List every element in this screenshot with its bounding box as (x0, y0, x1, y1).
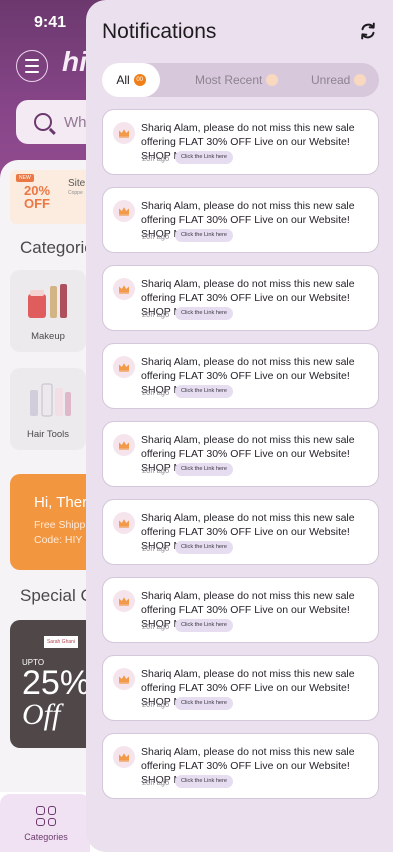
notification-link[interactable]: Click the Link here (175, 463, 234, 476)
notification-time: 20h ago (142, 310, 170, 319)
tab-all[interactable]: All 00 (102, 63, 160, 97)
notification-link[interactable]: Click the Link here (175, 385, 234, 398)
notifications-panel: Notifications All 00 Most Recent 00 Unre… (86, 0, 393, 852)
notification-time: 20h ago (142, 466, 170, 475)
notification-link[interactable]: Click the Link here (175, 619, 234, 632)
notification-card[interactable]: Shariq Alam, please do not miss this new… (102, 655, 379, 721)
notification-link[interactable]: Click the Link here (175, 229, 234, 242)
panel-title: Notifications (102, 20, 217, 43)
notification-card[interactable]: Shariq Alam, please do not miss this new… (102, 343, 379, 409)
notification-card[interactable]: Shariq Alam, please do not miss this new… (102, 109, 379, 175)
tab-all-badge: 00 (133, 74, 146, 86)
notification-time: 20h ago (142, 388, 170, 397)
crown-icon (113, 356, 135, 378)
crown-icon (113, 512, 135, 534)
notification-time: 20h ago (142, 544, 170, 553)
notification-tabs: All 00 Most Recent 00 Unread 00 (102, 63, 379, 97)
crown-icon (113, 590, 135, 612)
notification-link[interactable]: Click the Link here (175, 775, 234, 788)
crown-icon (113, 434, 135, 456)
notification-link[interactable]: Click the Link here (175, 541, 234, 554)
crown-icon (113, 122, 135, 144)
notification-link[interactable]: Click the Link here (175, 697, 234, 710)
notification-card[interactable]: Shariq Alam, please do not miss this new… (102, 265, 379, 331)
notification-link[interactable]: Click the Link here (175, 151, 234, 164)
notification-card[interactable]: Shariq Alam, please do not miss this new… (102, 421, 379, 487)
crown-icon (113, 668, 135, 690)
notification-card[interactable]: Shariq Alam, please do not miss this new… (102, 577, 379, 643)
crown-icon (113, 746, 135, 768)
notification-link[interactable]: Click the Link here (175, 307, 234, 320)
notification-time: 20h ago (142, 700, 170, 709)
notification-time: 20h ago (142, 778, 170, 787)
notification-time: 20h ago (142, 154, 170, 163)
refresh-icon[interactable] (358, 21, 378, 41)
tab-unread[interactable]: Unread 00 (311, 63, 367, 97)
notification-card[interactable]: Shariq Alam, please do not miss this new… (102, 187, 379, 253)
tab-most-recent[interactable]: Most Recent 00 (195, 63, 279, 97)
notification-time: 20h ago (142, 232, 170, 241)
tab-unread-badge: 00 (354, 74, 367, 86)
notification-card[interactable]: Shariq Alam, please do not miss this new… (102, 733, 379, 799)
crown-icon (113, 200, 135, 222)
notification-card[interactable]: Shariq Alam, please do not miss this new… (102, 499, 379, 565)
tab-most-recent-badge: 00 (266, 74, 279, 86)
notification-time: 20h ago (142, 622, 170, 631)
crown-icon (113, 278, 135, 300)
